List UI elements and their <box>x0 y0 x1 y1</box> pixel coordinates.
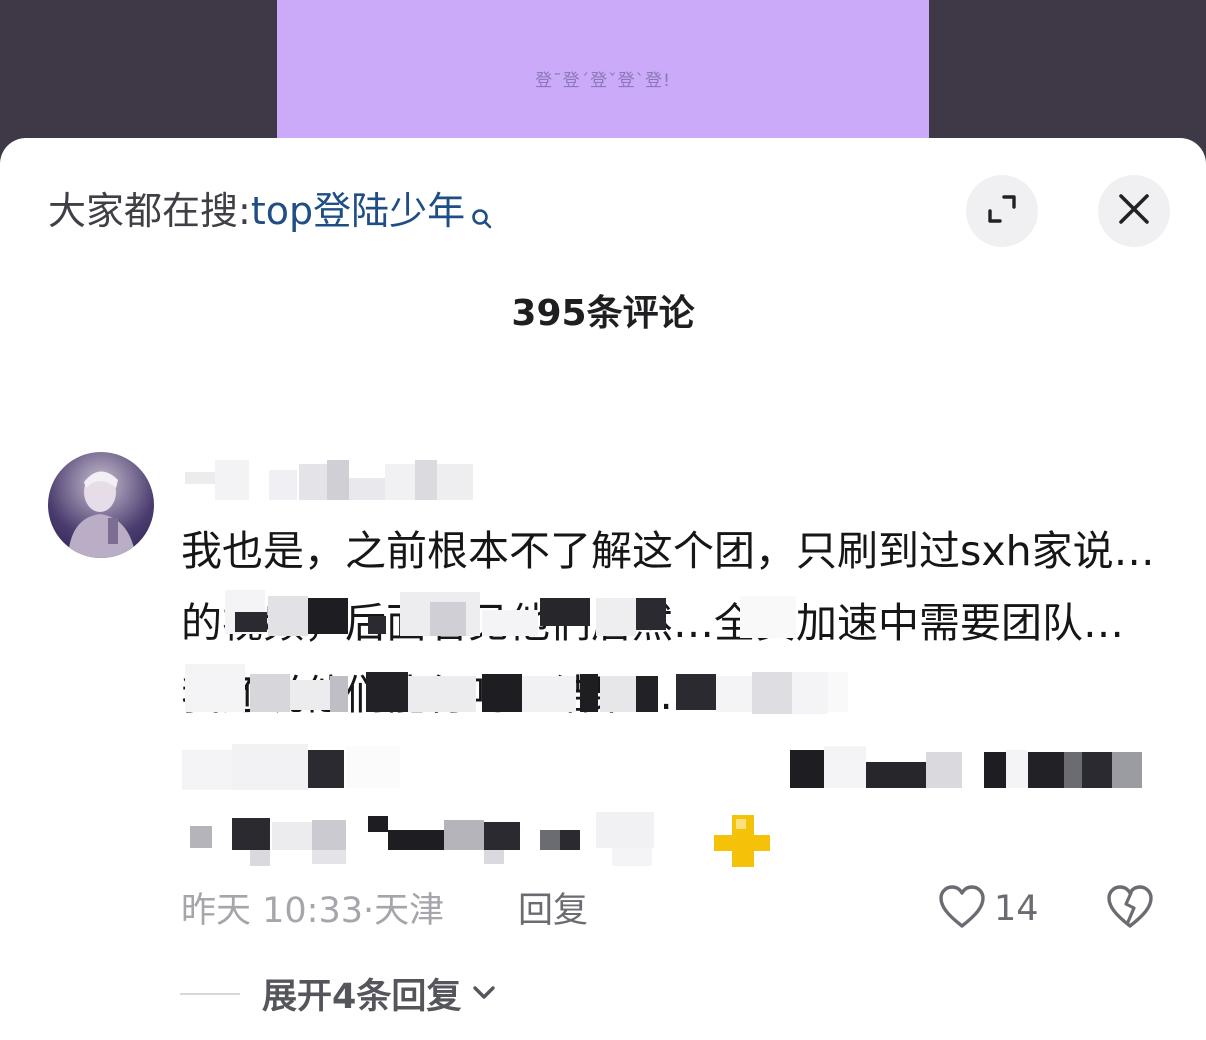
expand-icon <box>984 191 1020 231</box>
search-prefix: 大家都在搜: <box>48 189 251 233</box>
expand-button[interactable] <box>966 175 1038 247</box>
emoji-icon <box>714 815 770 867</box>
comment-location: 天津 <box>374 891 445 931</box>
like-count: 14 <box>994 889 1039 929</box>
search-suggestion[interactable]: 大家都在搜:top登陆少年 <box>48 186 493 242</box>
expand-replies-label: 展开4条回复 <box>262 977 462 1017</box>
video-background[interactable]: 登¯登´登ˇ登ˋ登! <box>0 0 1206 160</box>
close-icon <box>1117 192 1151 230</box>
comment-sheet-screen: 登¯登´登ˇ登ˋ登! 大家都在搜:top登陆少年 395条评论 我也是，之前根本… <box>0 0 1206 1040</box>
broken-heart-icon <box>1106 885 1154 934</box>
heart-outline-icon <box>938 884 986 934</box>
video-frame[interactable]: 登¯登´登ˇ登ˋ登! <box>277 0 929 160</box>
expand-replies-button[interactable]: 展开4条回复 <box>180 968 497 1019</box>
comment-count-title: 395条评论 <box>511 293 695 334</box>
meta-separator: · <box>363 891 375 931</box>
search-icon[interactable] <box>471 192 493 242</box>
comment-body: 我也是，之前根本不了解这个团，只刷到过sxh家说…的视频，后面看见他们居然…全员… <box>181 527 1155 719</box>
chevron-down-icon <box>471 982 497 1006</box>
comment-timestamp: 昨天 10:33 <box>181 891 363 931</box>
close-button[interactable] <box>1098 175 1170 247</box>
username-obscured[interactable] <box>185 460 485 502</box>
search-keyword[interactable]: top登陆少年 <box>251 189 465 233</box>
reply-divider <box>180 992 240 995</box>
comment-meta: 昨天 10:33·天津 <box>181 888 444 934</box>
avatar[interactable] <box>48 452 154 558</box>
dislike-button[interactable] <box>1106 884 1154 934</box>
video-caption: 登¯登´登ˇ登ˋ登! <box>535 71 671 91</box>
reply-button[interactable]: 回复 <box>518 888 588 934</box>
like-button[interactable]: 14 <box>938 884 1039 934</box>
